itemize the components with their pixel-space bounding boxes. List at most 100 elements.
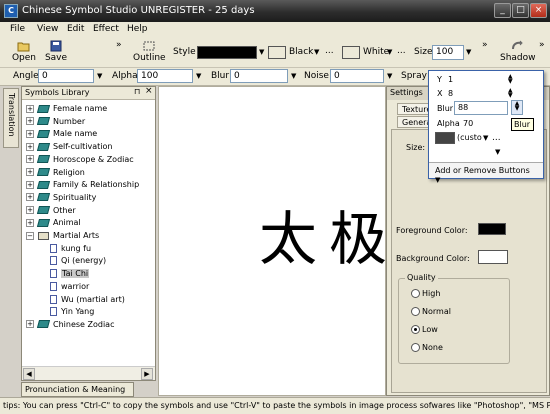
menu-file[interactable]: File [10,24,25,34]
toolbar-overflow-3[interactable]: » [539,40,545,50]
translation-tab-label: Translation [7,93,16,137]
blur-input[interactable]: 0 [230,69,288,83]
tree-item[interactable]: + Religion [26,168,85,181]
background-label: Background Color: [396,254,470,263]
quality-high-radio[interactable]: High [411,289,440,298]
bg-more-button[interactable]: ... [397,46,406,56]
tree-item-label: Religion [53,167,85,177]
expand-icon[interactable]: + [26,117,34,126]
size-dropdown-arrow[interactable]: ▼ [466,48,471,56]
menu-view[interactable]: View [37,24,58,34]
expand-icon[interactable]: + [26,218,34,227]
tree-item[interactable]: + Spirituality [26,193,96,206]
tree-item[interactable]: Qi (energy) [50,256,106,269]
blur-spin[interactable]: ▼ [291,72,296,80]
popup-y-value[interactable]: 1 [448,75,453,84]
quality-none-label: None [422,343,443,352]
quality-normal-radio[interactable]: Normal [411,307,451,316]
angle-spin[interactable]: ▼ [97,72,102,80]
popup-color-dropdown-arrow[interactable]: ▼ [483,134,488,142]
save-button[interactable]: Save [42,40,70,66]
book-icon [36,180,51,189]
popup-x-value[interactable]: 8 [448,89,453,98]
symbol-doc-icon [50,256,57,266]
tree-item[interactable]: kung fu [50,243,91,257]
color-value: Black [289,47,314,57]
symbol-canvas[interactable]: 太极 [158,86,387,396]
close-button[interactable]: × [530,3,547,18]
expand-icon[interactable]: + [26,320,34,329]
popup-extra-dropdown-arrow[interactable]: ▼ [495,148,500,156]
tree-item[interactable]: Yin Yang [50,307,94,320]
tree-item[interactable]: + Family & Relationship [26,180,139,193]
popup-alpha-value[interactable]: 70 [463,119,473,128]
collapse-icon[interactable]: − [26,231,34,240]
expand-icon[interactable]: + [26,206,34,215]
expand-icon[interactable]: + [26,168,34,176]
color-dropdown-arrow[interactable]: ▼ [314,48,319,56]
toolbar-overflow-1[interactable]: » [116,40,122,50]
tree-item[interactable]: + Animal [26,218,81,231]
noise-spin[interactable]: ▼ [387,72,392,80]
library-hscrollbar[interactable]: ◀ ▶ [22,366,155,380]
popup-color-swatch[interactable] [435,132,455,144]
quality-none-radio[interactable]: None [411,343,443,352]
menu-effect[interactable]: Effect [93,24,119,34]
popup-y-spinner[interactable]: ▲ ▼ [508,74,513,85]
outline-button[interactable]: Outline [133,40,166,66]
tree-item[interactable]: − Martial Arts [26,231,99,244]
tree-item[interactable]: + Self-cultivation [26,142,113,155]
minimize-button[interactable]: _ [494,3,511,18]
tree-item[interactable]: + Number [26,117,85,130]
bg-dropdown-arrow[interactable]: ▼ [387,48,392,56]
style-swatch[interactable] [197,46,257,59]
open-button[interactable]: Open [10,40,38,66]
popup-blur-input[interactable]: 88 [454,101,508,115]
background-swatch[interactable] [478,250,508,264]
bg-swatch[interactable] [342,46,360,59]
menu-help[interactable]: Help [127,24,148,34]
noise-input[interactable]: 0 [330,69,384,83]
size-input[interactable]: 100 [432,45,464,60]
toolbar-overflow-2[interactable]: » [482,40,488,50]
tree-item[interactable]: + Female name [26,104,107,117]
shadow-button[interactable]: Shadow [500,40,536,66]
expand-icon[interactable]: + [26,155,34,164]
tree-item-label: Qi (energy) [61,256,107,266]
expand-icon[interactable]: + [26,193,34,202]
tree-item[interactable]: + Chinese Zodiac [26,320,114,333]
tree-item[interactable]: + Horoscope & Zodiac [26,155,134,168]
tree-item[interactable]: + Other [26,206,76,219]
scroll-right-icon[interactable]: ▶ [141,368,153,380]
expand-icon[interactable]: + [26,142,34,151]
color-swatch[interactable] [268,46,286,59]
tree-item[interactable]: Wu (martial art) [50,294,125,308]
expand-icon[interactable]: + [26,104,34,113]
alpha-spin[interactable]: ▼ [196,72,201,80]
angle-input[interactable]: 0 [38,69,94,83]
menu-edit[interactable]: Edit [67,24,84,34]
tree-item[interactable]: warrior [50,281,89,295]
pronunciation-tab[interactable]: Pronunciation & Meaning [21,382,134,397]
maximize-button[interactable]: □ [512,3,529,18]
foreground-swatch[interactable] [478,223,506,235]
book-icon [38,231,49,240]
pin-icon[interactable]: ⊓ [134,87,140,96]
color-more-button[interactable]: ... [325,46,334,56]
status-bar: tips: You can press "Ctrl-C" to copy the… [0,397,550,414]
library-close-icon[interactable]: × [145,86,153,96]
style-dropdown-arrow[interactable]: ▼ [259,48,264,56]
popup-blur-spinner[interactable]: ▲ ▼ [511,100,523,115]
alpha-input[interactable]: 100 [137,69,193,83]
popup-x-spinner[interactable]: ▲ ▼ [508,88,513,99]
add-remove-buttons-item[interactable]: Add or Remove Buttons ▼ [429,162,543,184]
popup-color-more-button[interactable]: ... [492,133,501,143]
scroll-left-icon[interactable]: ◀ [23,368,35,380]
quality-low-radio[interactable]: Low [411,325,438,334]
tree-item[interactable]: + Male name [26,129,97,142]
tree-item-label: Female name [53,104,108,113]
translation-side-tab[interactable]: Translation [3,88,19,148]
expand-icon[interactable]: + [26,129,34,138]
expand-icon[interactable]: + [26,180,34,189]
tree-item[interactable]: Tai Chi [50,269,90,282]
